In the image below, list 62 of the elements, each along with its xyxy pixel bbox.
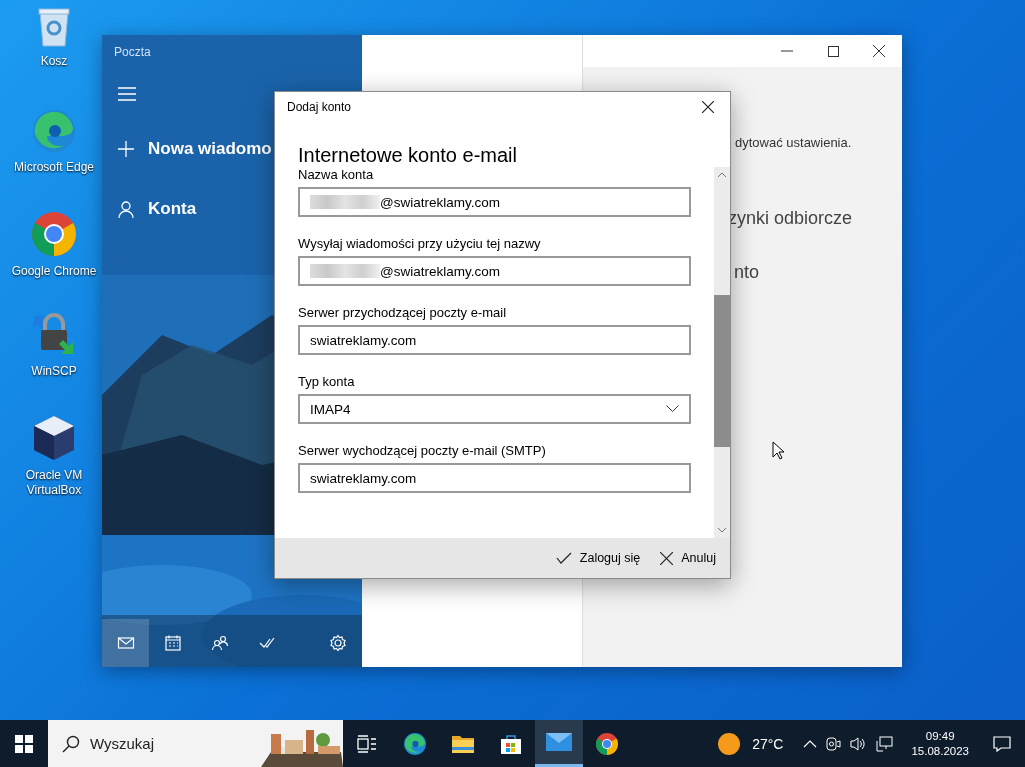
app-title: Poczta xyxy=(113,44,152,59)
input-field[interactable]: @swiatreklamy.com xyxy=(298,187,691,217)
chrome-icon xyxy=(30,210,78,258)
folder-icon xyxy=(451,733,475,754)
nav-button[interactable] xyxy=(102,619,149,667)
menu-icon[interactable] xyxy=(118,87,136,101)
calendar-icon xyxy=(163,634,182,652)
temperature[interactable]: 27°C xyxy=(752,735,784,752)
recycle-bin-icon xyxy=(36,6,72,48)
desktop-icon-label[interactable]: Oracle VM VirtualBox xyxy=(8,468,100,498)
chevron-down-icon xyxy=(666,405,679,413)
dialog-heading: Internetowe konto e-mail xyxy=(298,143,518,167)
close-icon xyxy=(702,101,714,113)
search-icon xyxy=(62,734,80,753)
chevron-up-icon[interactable] xyxy=(803,738,818,749)
field-label: Nazwa konta xyxy=(298,167,375,183)
windows-logo-icon xyxy=(15,734,33,753)
camera-icon[interactable] xyxy=(825,735,842,752)
mail-icon xyxy=(116,634,135,652)
close-icon xyxy=(873,45,885,57)
people-icon xyxy=(210,634,229,652)
notification-icon[interactable] xyxy=(993,735,1011,752)
sign-in-button[interactable]: Zaloguj się xyxy=(551,547,645,569)
search-field[interactable]: Wyszukaj xyxy=(48,720,343,767)
sun-icon xyxy=(718,732,741,755)
clock-date[interactable]: 15.08.2023 xyxy=(911,743,969,759)
input-field[interactable]: @swiatreklamy.com xyxy=(298,256,691,286)
network-icon[interactable] xyxy=(875,735,894,752)
edge-icon xyxy=(403,731,427,756)
plus-icon xyxy=(118,141,134,157)
task-view-icon xyxy=(357,734,377,753)
desktop-icon-label[interactable]: WinSCP xyxy=(31,364,77,379)
minimize-icon xyxy=(781,50,793,52)
new-message-button[interactable]: Nowa wiadomo xyxy=(102,129,272,169)
cube-icon xyxy=(32,414,76,462)
chrome-icon xyxy=(595,731,619,756)
settings-icon xyxy=(329,634,347,652)
field-label: Wysyłaj wiadomości przy użyciu tej nazwy xyxy=(298,236,542,252)
cancel-button[interactable]: Anuluj xyxy=(656,547,720,569)
checkmark-icon xyxy=(555,552,572,564)
close-icon xyxy=(660,551,674,565)
scrollbar[interactable] xyxy=(714,167,730,538)
input-field[interactable]: swiatreklamy.com xyxy=(298,325,691,355)
settings-text: zynki odbiorcze xyxy=(727,208,854,229)
settings-text: nto xyxy=(733,262,761,283)
field-label: Serwer wychodzącej poczty e-mail (SMTP) xyxy=(298,443,547,459)
mail-icon xyxy=(546,733,572,751)
taskbar-app-button[interactable] xyxy=(535,720,583,767)
accounts-button[interactable]: Konta xyxy=(102,189,197,229)
edge-icon xyxy=(31,108,77,154)
clock-time[interactable]: 09:49 xyxy=(925,728,955,744)
maximize-icon xyxy=(827,45,839,57)
field-label: Typ konta xyxy=(298,374,356,390)
field-label: Serwer przychodzącej poczty e-mail xyxy=(298,305,508,321)
store-bag-icon xyxy=(500,732,522,755)
mouse-pointer-icon xyxy=(772,441,784,460)
account-type-dropdown[interactable]: IMAP4 xyxy=(298,394,691,424)
person-icon xyxy=(118,200,134,218)
volume-icon[interactable] xyxy=(849,735,868,752)
dialog-title: Dodaj konto xyxy=(287,100,352,114)
settings-text: dytować ustawienia. xyxy=(734,135,853,150)
input-field[interactable]: swiatreklamy.com xyxy=(298,463,691,493)
